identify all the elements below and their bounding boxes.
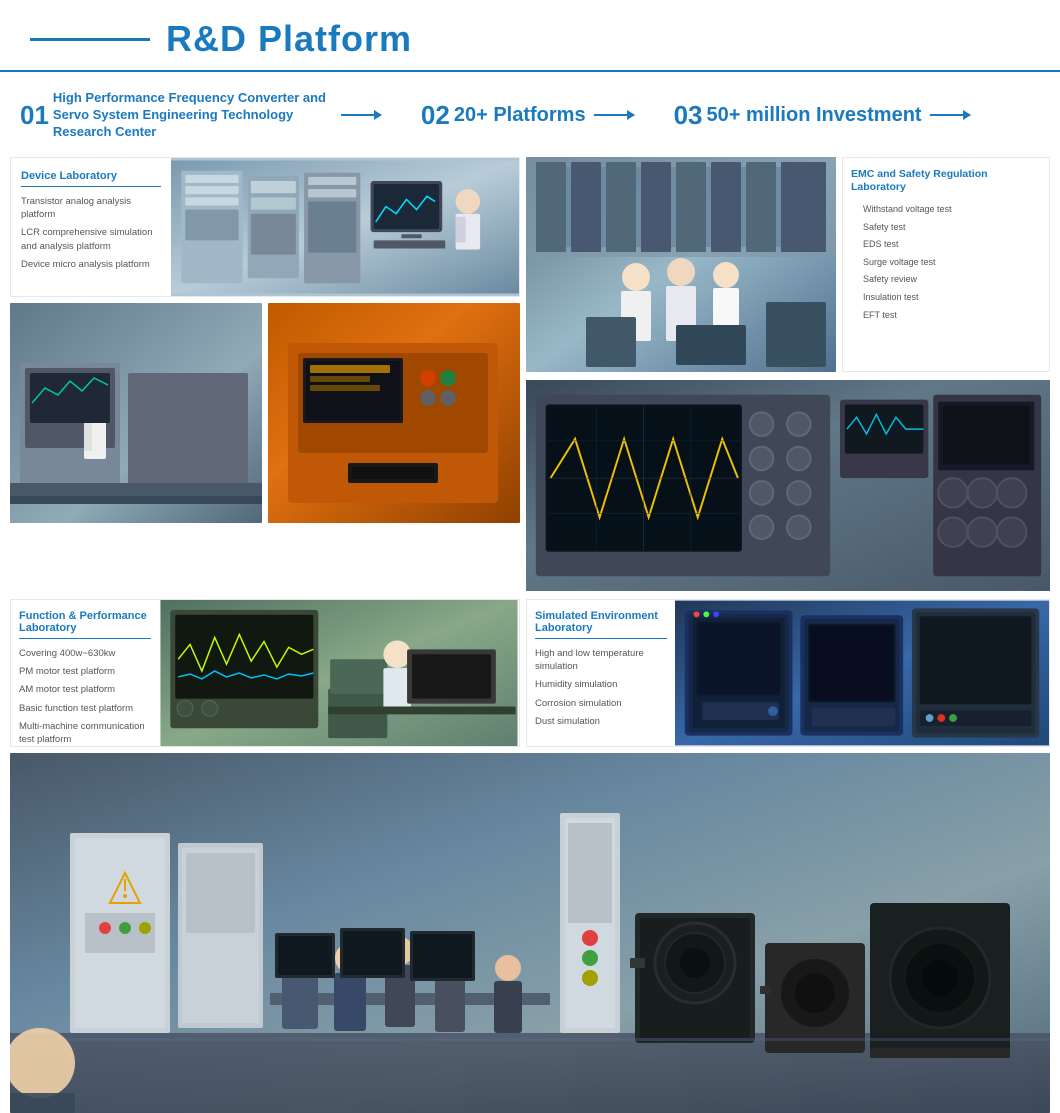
section-text-02: 20+ Platforms — [454, 102, 586, 128]
device-lab-item-1: LCR comprehensive simulation and analysi… — [21, 226, 161, 253]
function-lab-item-4: Multi-machine communication test platfor… — [19, 720, 151, 747]
left-column: Device Laboratory Transistor analog anal… — [10, 157, 520, 593]
emc-item-5: Insulation test — [851, 291, 1041, 304]
device-lab-item-2: Device micro analysis platform — [21, 258, 161, 271]
section-label-03: 03 50+ million Investment — [674, 100, 970, 131]
function-lab-image — [159, 600, 519, 746]
bottom-wide-image — [10, 753, 1050, 1113]
section-num-03: 03 — [674, 100, 703, 131]
lab-workers-image — [526, 157, 836, 372]
function-lab-item-3: Basic function test platform — [19, 702, 151, 715]
emc-item-0: Withstand voltage test — [851, 203, 1041, 216]
page-title: R&D Platform — [166, 18, 412, 60]
sim-env-text: Simulated Environment Laboratory High an… — [527, 600, 675, 746]
emc-item-2: EDS test — [851, 238, 1041, 251]
section-arrow-01 — [341, 114, 381, 116]
section-num-02: 02 — [421, 100, 450, 131]
top-row: Device Laboratory Transistor analog anal… — [10, 157, 1050, 593]
sim-env-item-2: Corrosion simulation — [535, 697, 667, 710]
two-images-row — [10, 303, 520, 523]
sim-env-item-0: High and low temperature simulation — [535, 647, 667, 674]
section-text-01: High Performance Frequency Converter and… — [53, 90, 333, 141]
right-top: EMC and Safety Regulation Laboratory Wit… — [526, 157, 1050, 372]
device-lab-panel: Device Laboratory Transistor analog anal… — [10, 157, 520, 297]
section-num-01: 01 — [20, 100, 49, 131]
middle-row: Function & Performance Laboratory Coveri… — [10, 599, 1050, 747]
device-lab-title: Device Laboratory — [21, 170, 161, 187]
device-lab-text: Device Laboratory Transistor analog anal… — [11, 158, 171, 296]
header-accent-line — [30, 38, 150, 41]
section-labels-row: 01 High Performance Frequency Converter … — [0, 82, 1060, 149]
emc-item-3: Surge voltage test — [851, 256, 1041, 269]
section-label-02: 02 20+ Platforms — [421, 100, 634, 131]
emc-item-4: Safety review — [851, 273, 1041, 286]
device-lab-image — [171, 158, 519, 296]
factory-image — [10, 303, 262, 523]
sim-env-item-1: Humidity simulation — [535, 678, 667, 691]
function-lab-title: Function & Performance Laboratory — [19, 610, 151, 639]
sim-env-panel: Simulated Environment Laboratory High an… — [526, 599, 1050, 747]
emc-item-1: Safety test — [851, 221, 1041, 234]
section-text-03: 50+ million Investment — [707, 102, 922, 128]
page-header: R&D Platform — [0, 0, 1060, 72]
sim-env-item-3: Dust simulation — [535, 715, 667, 728]
section-arrow-02 — [594, 114, 634, 116]
function-lab-panel: Function & Performance Laboratory Coveri… — [10, 599, 520, 747]
function-lab-item-2: AM motor test platform — [19, 683, 151, 696]
sim-env-title: Simulated Environment Laboratory — [535, 610, 667, 639]
emc-item-6: EFT test — [851, 309, 1041, 322]
function-lab-text: Function & Performance Laboratory Coveri… — [11, 600, 159, 746]
function-lab-item-0: Covering 400w~630kw — [19, 647, 151, 660]
right-column: EMC and Safety Regulation Laboratory Wit… — [526, 157, 1050, 593]
emc-panel: EMC and Safety Regulation Laboratory Wit… — [842, 157, 1050, 372]
sim-env-image — [675, 600, 1049, 746]
device-lab-item-0: Transistor analog analysis platform — [21, 195, 161, 222]
section-arrow-03 — [930, 114, 970, 116]
oscilloscope-image — [526, 378, 1050, 593]
orange-machine-image — [268, 303, 520, 523]
section-label-01: 01 High Performance Frequency Converter … — [20, 90, 381, 141]
emc-lab-title: EMC and Safety Regulation Laboratory — [851, 168, 1041, 195]
main-content: Device Laboratory Transistor analog anal… — [0, 157, 1060, 1113]
function-lab-item-1: PM motor test platform — [19, 665, 151, 678]
